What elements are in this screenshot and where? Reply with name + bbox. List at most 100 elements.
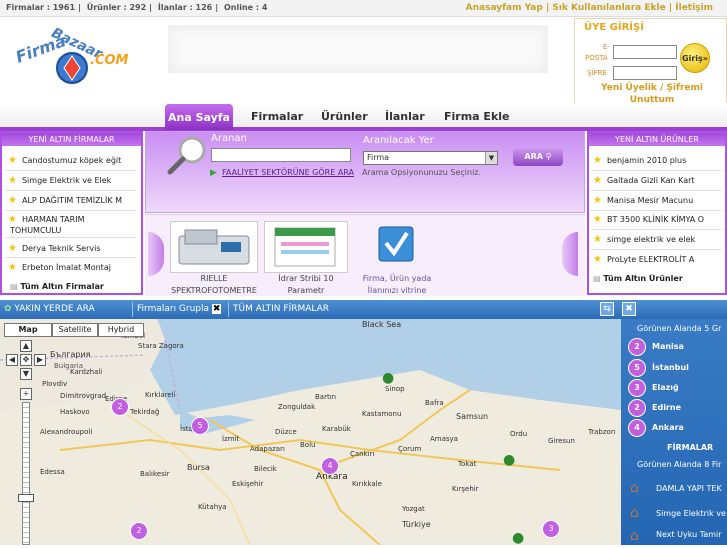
tab-all-gold-firms[interactable]: TÜM ALTIN FİRMALAR xyxy=(228,302,329,317)
resize-icon[interactable]: ⇆ xyxy=(600,302,614,316)
search-button[interactable]: ARA ⚲ xyxy=(513,146,563,166)
nav-ilanlar[interactable]: İlanlar xyxy=(385,110,425,123)
map-label: Bartın xyxy=(315,393,337,401)
star-icon: ★ xyxy=(593,155,602,166)
nav-firma-ekle[interactable]: Firma Ekle xyxy=(444,110,509,123)
close-icon[interactable]: ✖ xyxy=(211,304,222,314)
star-icon: ★ xyxy=(8,214,17,225)
left-panel-title: YENİ ALTIN FİRMALAR xyxy=(2,133,141,146)
stat-firms: Firmalar : 1961 xyxy=(6,3,76,12)
map-label: Bolu xyxy=(300,441,316,449)
list-item[interactable]: ★ Gaitada Gizli Kan Kart xyxy=(593,175,723,186)
nav-urunler[interactable]: Ürünler xyxy=(321,110,368,123)
showcase-card-spectrophotometer[interactable] xyxy=(170,221,258,273)
showcase-card-add[interactable] xyxy=(355,221,439,273)
list-item[interactable]: ★ HARMAN TARIM xyxy=(8,214,138,225)
password-label: ŞİFRE xyxy=(587,69,607,77)
map-mode-hybrid[interactable]: Hybrid xyxy=(98,323,144,337)
house-icon: ⌂ xyxy=(630,505,639,521)
list-item[interactable]: ★ ProLyte ELEKTROLİT A xyxy=(593,254,723,265)
login-title: ÜYE GİRİŞİ xyxy=(584,22,644,33)
search-input[interactable] xyxy=(211,148,351,162)
map-label: Bilecik xyxy=(254,465,277,473)
map-marker-cluster[interactable]: 4 xyxy=(321,457,339,475)
showcase-caption-2[interactable]: İdrar Stribi 10 Parametr xyxy=(258,273,354,297)
map-label: Ordu xyxy=(510,430,528,438)
map-pin-icon[interactable]: ● xyxy=(503,452,515,468)
list-item[interactable]: ★ ALP DAĞITIM TEMİZLİK M xyxy=(8,195,138,206)
banner-placeholder xyxy=(168,25,548,73)
showcase-caption-3[interactable]: Firma, Ürün yada İlanınızı vitrine xyxy=(350,273,444,297)
city-group-item[interactable]: 3 Elazığ xyxy=(628,379,679,397)
close-icon[interactable]: ✖ xyxy=(622,302,636,316)
tab-nearby-search[interactable]: ✿ YAKIN YERDE ARA xyxy=(4,302,95,317)
firm-list-item[interactable]: Simge Elektrik ve xyxy=(656,509,727,527)
star-icon: ★ xyxy=(8,262,17,273)
map-marker-cluster[interactable]: 2 xyxy=(111,398,129,416)
showcase-caption-1[interactable]: RIELLE SPEKTROFOTOMETRE xyxy=(160,273,268,297)
nav-ana-sayfa[interactable]: Ana Sayfa xyxy=(165,104,233,130)
doc-icon: ▤ xyxy=(10,282,18,291)
zoom-in-icon[interactable]: + xyxy=(20,388,32,400)
map-marker-cluster[interactable]: 3 xyxy=(542,520,560,538)
map-label: Zonguldak xyxy=(278,403,316,411)
list-item[interactable]: ★ Candostumuz köpek eğit xyxy=(8,155,138,166)
email-input[interactable] xyxy=(613,45,677,59)
list-item[interactable]: ★ benjamin 2010 plus xyxy=(593,155,723,166)
login-button[interactable]: Giriş» xyxy=(680,43,710,73)
city-group-item[interactable]: 2 Manisa xyxy=(628,338,684,356)
list-item[interactable]: ★ Simge Elektrik ve Elek xyxy=(8,175,138,186)
firm-list-item[interactable]: Next Uyku Tamir xyxy=(656,530,727,548)
map-label: Samsun xyxy=(456,412,489,421)
pan-up-icon[interactable]: ▲ xyxy=(20,340,32,352)
email-label-2: POSTA xyxy=(585,54,608,62)
list-item[interactable]: ★ simge elektrik ve elek xyxy=(593,234,723,245)
zoom-slider-track[interactable] xyxy=(22,402,30,545)
checkmark-icon xyxy=(378,226,414,262)
site-logo[interactable]: Firma Bazaar .COM xyxy=(13,20,134,100)
pan-center-icon[interactable]: ✥ xyxy=(20,354,32,366)
city-group-item[interactable]: 2 Edirne xyxy=(628,399,681,417)
map-label: Bursa xyxy=(187,463,210,472)
map-mode-map[interactable]: Map xyxy=(4,323,52,337)
password-input[interactable] xyxy=(613,66,677,80)
map-label: Tekirdağ xyxy=(130,408,160,416)
list-item[interactable]: ★ Derya Teknik Servis xyxy=(8,243,138,254)
zoom-slider-handle[interactable] xyxy=(18,494,34,502)
city-group-item[interactable]: 5 İstanbul xyxy=(628,359,689,377)
pan-right-icon[interactable]: ▶ xyxy=(34,354,46,366)
svg-text:.COM: .COM xyxy=(90,53,129,68)
tab-group-firms[interactable]: Firmaları Grupla ✖ xyxy=(132,302,222,317)
map-label: Türkiye xyxy=(402,520,431,529)
star-icon: ★ xyxy=(593,254,602,265)
showcase-card-urine-strip[interactable] xyxy=(264,221,348,273)
pan-left-icon[interactable]: ◀ xyxy=(6,354,18,366)
stat-ads: İlanlar : 126 xyxy=(157,3,213,12)
nav-firmalar[interactable]: Firmalar xyxy=(251,110,303,123)
map-label: Kardzhali xyxy=(70,368,103,376)
city-group-item[interactable]: 4 Ankara xyxy=(628,419,684,437)
search-type-select[interactable]: Firma ▼ xyxy=(363,151,498,165)
visible-firms-count: Görünen Alanda 8 Fir xyxy=(637,460,722,469)
map-label: Kırklareli xyxy=(145,391,176,399)
search-hint: Arama Opsiyonunuzu Seçiniz. xyxy=(362,168,482,177)
list-item[interactable]: ★ Erbeton İmalat Montaj xyxy=(8,262,138,273)
list-item[interactable]: ★ BT 3500 KLİNİK KİMYA O xyxy=(593,214,723,225)
map-pin-icon[interactable]: ● xyxy=(382,370,394,386)
device-image xyxy=(178,229,250,265)
map-pin-icon[interactable]: ● xyxy=(512,530,524,546)
pan-down-icon[interactable]: ▼ xyxy=(20,368,32,380)
list-item-continued[interactable]: TOHUMCULU xyxy=(10,226,138,235)
all-gold-products-link[interactable]: ▤ Tüm Altın Ürünler xyxy=(593,274,683,283)
scroll-right-arrow[interactable] xyxy=(562,232,578,276)
sector-search-link[interactable]: FAALİYET SEKTÖRÜNE GÖRE ARA xyxy=(222,168,354,177)
top-links[interactable]: Anasayfam Yap | Sık Kullanılanlara Ekle … xyxy=(466,3,713,13)
map-label: Stara Zagora xyxy=(138,342,184,350)
map-label: Çankırı xyxy=(350,450,375,458)
map-marker-cluster[interactable]: 2 xyxy=(130,522,148,540)
list-item[interactable]: ★ Manisa Mesir Macunu xyxy=(593,195,723,206)
firm-list-item[interactable]: DAMLA YAPI TEK xyxy=(656,484,727,502)
all-gold-firms-link[interactable]: ▤ Tüm Altın Firmalar xyxy=(10,282,104,291)
map-marker-cluster[interactable]: 5 xyxy=(191,417,209,435)
map-mode-satellite[interactable]: Satellite xyxy=(52,323,98,337)
